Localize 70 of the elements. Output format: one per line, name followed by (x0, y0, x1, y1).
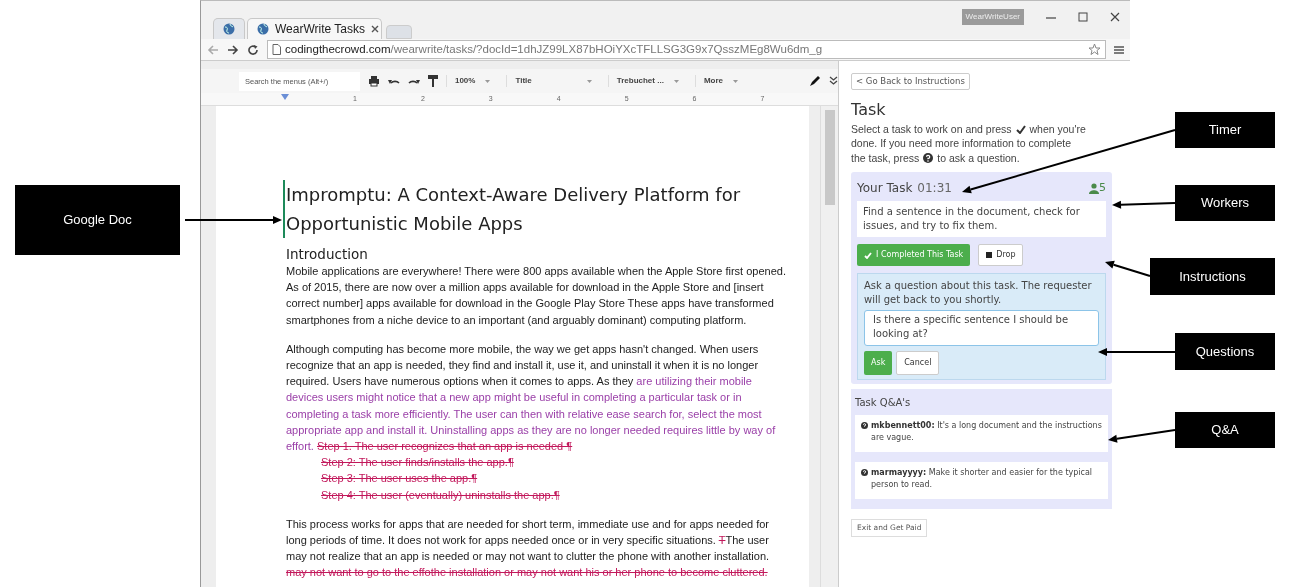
stop-icon (986, 252, 993, 259)
question-icon (861, 469, 868, 477)
zoom-dropdown[interactable]: 100% (445, 75, 499, 87)
instruction-text: the task, press (851, 150, 920, 166)
callout-label: Google Doc (15, 185, 180, 255)
reload-icon[interactable] (247, 43, 259, 56)
pen-icon[interactable] (809, 75, 821, 87)
check-icon (1015, 124, 1026, 134)
callout-arrow (1108, 429, 1176, 443)
star-icon[interactable] (1088, 43, 1101, 56)
question-icon (861, 422, 868, 430)
double-chevron-icon[interactable] (829, 76, 838, 86)
section-heading: Introduction (286, 246, 369, 263)
instruction-text: when you're (1029, 121, 1086, 137)
callout-label: Instructions (1150, 258, 1275, 295)
caret-icon (733, 79, 738, 83)
cancel-button[interactable]: Cancel (896, 351, 940, 376)
callout-label: Questions (1175, 333, 1275, 370)
menu-icon[interactable] (1114, 44, 1124, 55)
document-title: Impromptu: A Context-Aware Delivery Platform for Opportunistic Mobile Apps (283, 180, 753, 238)
maximize-icon[interactable] (1078, 12, 1088, 22)
font-dropdown[interactable]: Trebuchet ... (607, 75, 687, 87)
question-icon (923, 153, 934, 164)
callout-arrow (1105, 260, 1151, 277)
address-bar[interactable]: codingthecrowd.com/wearwrite/tasks/?docId=1dhJZ99LX87bHOiYXcTFLLSG3G9x7QsszMEg8Wu6dm_g (267, 40, 1106, 59)
more-dropdown[interactable]: More (694, 75, 746, 87)
instruction-text: to ask a question. (937, 150, 1020, 166)
caret-icon (485, 79, 491, 83)
caret-icon (673, 79, 679, 83)
instruction-text: Select a task to work on and press (851, 121, 1012, 137)
caret-icon (586, 79, 592, 83)
print-icon[interactable] (367, 75, 380, 87)
close-icon[interactable] (371, 25, 380, 33)
scrollbar-thumb[interactable] (824, 110, 835, 205)
paragraph: Mobile applications are everywhere! There were 800 apps available when the Apple Store first opened. As of 2015, there are now over a million apps available for download in the Apple Store and [insert correct number] apps available for download in the Google Play Store These apps have transformed smartphones from a niche device to an important (and arguably dominant) computing platform. (286, 264, 786, 328)
task-description: Find a sentence in the document, check for issues, and try to fix them. (857, 201, 1106, 238)
instruction-text: done. If you need more information to complete (851, 136, 1072, 151)
paragraph: Although computing has become more mobile, the way we get apps hasn't changed. When users recognize that an app is needed, they find and install it, use it, and uninstall it when it is no longer required. Users have numerous options when it comes to apps. As they are utilizing their mobile devices users might notice that a new app might be useful in completing a particular task or in completing a task more efficiently. The user can then with relative ease search for, select the most appropriate app and install it. Uninstalling apps as they are no longer needed requires little by way of effort. Step 1. The user recognizes that an app is needed ¶ (286, 341, 777, 455)
qa-message: mkbennett00: It's a long document and the instructions are vague. (871, 420, 1102, 445)
check-icon (864, 251, 872, 259)
qa-title: Task Q&A's (855, 396, 912, 411)
panel-title: Task (851, 99, 887, 119)
forward-icon[interactable] (227, 43, 239, 56)
timer: 01:31 (917, 180, 952, 198)
worker-count: 5 (1099, 180, 1106, 197)
globe-icon (223, 23, 235, 35)
url-text: codingthecrowd.com/wearwrite/tasks/?docId=1dhJZ99LX87bHOiYXcTFLLSG3G9x7QsszMEg8Wu6dm_g (285, 41, 823, 57)
page-icon (272, 44, 281, 55)
question-prompt: Ask a question about this task. The requester will get back to you shortly. (864, 279, 1093, 308)
paragraph: This process works for apps that are needed for short term, immediate use and for apps needed for long periods of time. It does not work for apps needed once or in very specific situations. TThe user may not realize that an app is needed or may not want to clutter the phone with another installation. may not want to go to the effothe installation or may not want his or her phone to become cluttered. (286, 516, 771, 581)
list-item: Step 4: The user (eventually) uninstalls the app.¶ (320, 487, 561, 503)
person-icon (1089, 182, 1099, 194)
browser-tab[interactable]: WearWrite Tasks (247, 18, 382, 39)
globe-icon (257, 23, 269, 35)
task-label: Your Task (857, 180, 913, 198)
question-field[interactable]: Is there a specific sentence I should be looking at? (864, 310, 1099, 347)
callout-label: Q&A (1175, 412, 1275, 448)
drop-button[interactable]: Drop (978, 244, 1024, 267)
callout-label: Timer (1175, 112, 1275, 148)
user-badge: WearWriteUser (961, 9, 1024, 25)
back-button[interactable]: < Go Back to Instructions (851, 73, 970, 90)
callout-arrow (1112, 200, 1176, 209)
close-icon[interactable] (1110, 12, 1120, 22)
list-item: Step 3: The user uses the app.¶ (320, 471, 479, 487)
list-item: Step 2: The user finds/installs the app.¶ (320, 455, 515, 471)
callout-label: Workers (1175, 185, 1275, 221)
style-dropdown[interactable]: Title (506, 75, 600, 87)
paint-format-icon[interactable] (427, 75, 438, 87)
qa-message: marmayyyy: Make it shorter and easier for the typical person to read. (871, 467, 1094, 492)
browser-tab[interactable] (213, 18, 245, 39)
